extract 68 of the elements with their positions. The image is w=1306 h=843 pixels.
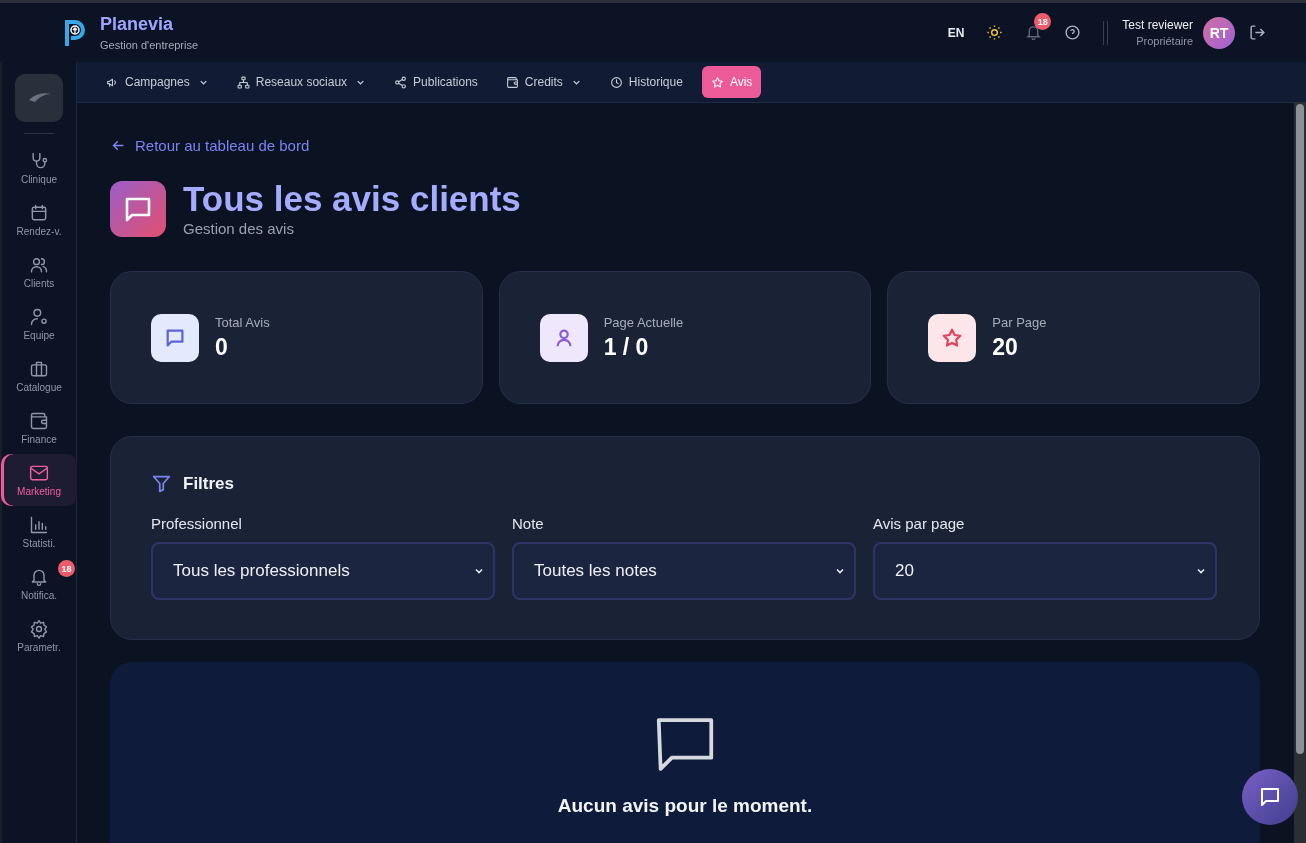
sidebar-item[interactable]: Rendez-v. <box>1 194 77 246</box>
person-icon <box>539 313 588 362</box>
stat-label: Total Avis <box>215 314 270 330</box>
logo-icon <box>62 17 86 48</box>
stat-value: 20 <box>992 333 1019 361</box>
chat-bubble-icon <box>655 716 715 773</box>
sidebar-item[interactable]: Catalogue <box>1 350 77 402</box>
sidebar-item[interactable]: Notifica. 18 <box>1 558 77 610</box>
app-name: Planevia <box>100 14 175 35</box>
notification-badge: 18 <box>58 560 75 577</box>
nav-tab[interactable]: Reseaux sociaux <box>227 66 376 98</box>
chat-bubble-icon <box>1258 785 1282 809</box>
sidebar-item[interactable]: Parametr. <box>1 610 77 662</box>
select-field[interactable]: Tous les professionnels <box>151 542 495 600</box>
wallet-icon <box>29 411 49 431</box>
filter-icon <box>151 473 172 494</box>
sun-icon[interactable] <box>986 24 1004 41</box>
help-icon[interactable] <box>1064 24 1082 41</box>
sidebar-item[interactable]: Equipe <box>1 298 77 350</box>
tagline: Gestion d'entreprise <box>100 39 199 51</box>
star-icon <box>710 75 724 89</box>
notification-badge: 18 <box>1034 13 1052 30</box>
stethoscope-icon <box>29 151 49 171</box>
sidebar-item[interactable]: Clients <box>1 246 77 298</box>
hierarchy-icon <box>236 75 250 89</box>
wallet-icon <box>505 75 519 89</box>
calendar-icon <box>29 203 49 223</box>
empty-message: Aucun avis pour le moment. <box>557 795 813 817</box>
business-logo[interactable] <box>15 74 63 122</box>
nav-tab[interactable]: Publications <box>385 66 487 98</box>
share-icon <box>394 75 408 89</box>
sidebar-item[interactable]: Clinique <box>1 142 77 194</box>
nav-tab[interactable]: Historique <box>600 66 692 98</box>
settings-icon <box>29 619 49 639</box>
briefcase-icon <box>29 359 49 379</box>
bell-icon <box>29 567 49 587</box>
page-title: Tous les avis clients <box>183 180 521 218</box>
bar-chart-icon <box>29 515 49 535</box>
stat-value: 0 <box>215 333 229 361</box>
sidebar-item[interactable]: Marketing <box>1 454 77 506</box>
avatar[interactable]: RT <box>1203 16 1235 49</box>
stat-label: Page Actuelle <box>603 314 684 330</box>
filter-title: Filtres <box>183 473 235 494</box>
field-label: Note <box>512 515 545 532</box>
page-subtitle: Gestion des avis <box>183 220 295 237</box>
nav-tab[interactable]: Campagnes <box>97 66 218 98</box>
people-icon <box>29 255 49 275</box>
chat-bubble-icon <box>151 313 199 362</box>
field-label: Avis par page <box>873 515 966 532</box>
person-gear-icon <box>29 307 49 327</box>
bell-icon[interactable] <box>1025 24 1043 41</box>
logout-icon[interactable] <box>1249 24 1266 41</box>
sidebar-item[interactable]: Finance <box>1 402 77 454</box>
nav-tab[interactable]: Credits <box>496 66 591 98</box>
user-role: Propriétaire <box>1136 35 1193 47</box>
clock-icon <box>609 75 623 89</box>
field-label: Professionnel <box>151 515 243 532</box>
sidebar-item[interactable]: Statisti. <box>1 506 77 558</box>
back-link[interactable]: Retour au tableau de bord <box>110 137 310 154</box>
envelope-icon <box>29 463 49 483</box>
stat-value: 1 / 0 <box>603 333 650 361</box>
chat-bubble-icon <box>110 180 166 237</box>
stat-label: Par Page <box>992 314 1047 330</box>
user-name: Test reviewer <box>1122 18 1193 32</box>
select-field[interactable]: 20 <box>873 542 1217 600</box>
select-field[interactable]: Toutes les notes <box>512 542 856 600</box>
scrollbar[interactable] <box>1294 102 1306 843</box>
language-button[interactable]: EN <box>947 25 965 40</box>
